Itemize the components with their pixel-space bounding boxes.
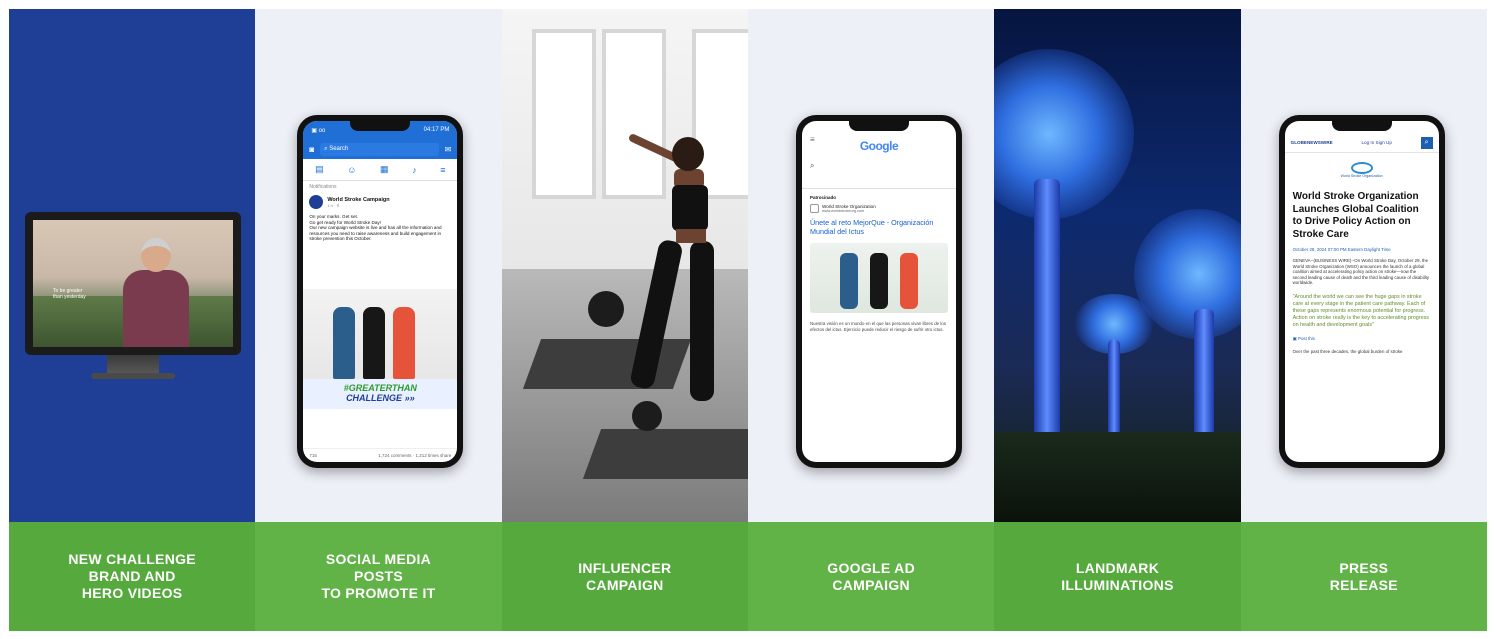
- page-avatar[interactable]: [309, 195, 324, 209]
- press-body: GENEVA--(BUSINESS WIRE)--On World Stroke…: [1292, 258, 1430, 286]
- caption-landmark: LANDMARK ILLUMINATIONS: [994, 522, 1241, 631]
- comments-count[interactable]: 1,724 comments · 1,212 times share: [378, 453, 451, 458]
- search-tabs[interactable]: [801, 177, 956, 189]
- press-date: October 28, 2024 07:00 PM Eastern Daylig…: [1292, 247, 1391, 252]
- caption-social-media: SOCIAL MEDIA POSTS TO PROMOTE IT: [255, 522, 502, 631]
- desktop-monitor: To be greater than yesterday: [25, 212, 241, 355]
- favicon-icon: [809, 204, 819, 213]
- monitor-stand: [107, 355, 159, 375]
- caption-hero-videos: NEW CHALLENGE BRAND AND HERO VIDEOS: [9, 522, 256, 631]
- press-headline: World Stroke Organization Launches Globa…: [1292, 191, 1419, 240]
- hero-video-visual: To be greater than yesterday: [9, 9, 256, 522]
- influencer-figure: [620, 132, 730, 427]
- bell-icon[interactable]: ♪: [412, 165, 417, 175]
- ad-image[interactable]: [809, 243, 948, 313]
- marketplace-icon[interactable]: ▦: [380, 164, 389, 175]
- influencer-photo: [501, 9, 748, 522]
- greaterthan-challenge-banner: #GREATERTHAN CHALLENGE »»: [303, 379, 458, 409]
- search-icon[interactable]: ⌕: [1420, 136, 1433, 149]
- smiling-woman-image: [123, 238, 189, 347]
- video-frame[interactable]: To be greater than yesterday: [33, 220, 233, 347]
- panel-influencer: INFLUENCER CAMPAIGN: [501, 9, 748, 631]
- panel-hero-videos: To be greater than yesterday NEW CHALLEN…: [9, 9, 256, 631]
- phone-google: ≡ Google ⌕ Patrocinado World Stroke Orga…: [795, 115, 962, 468]
- medicine-ball: [587, 291, 624, 327]
- caption-influencer: INFLUENCER CAMPAIGN: [501, 522, 748, 631]
- post-image[interactable]: #GREATERTHAN CHALLENGE »»: [303, 289, 458, 409]
- panel-google-ad: ≡ Google ⌕ Patrocinado World Stroke Orga…: [747, 9, 995, 631]
- site-logo[interactable]: GLOBENEWSWIRE: [1291, 140, 1333, 145]
- search-icon[interactable]: ⌕: [802, 159, 956, 173]
- menu-icon[interactable]: ≡: [440, 165, 445, 175]
- wso-logo: World Stroke Organization: [1285, 153, 1439, 187]
- supertree-illumination-photo: [994, 9, 1241, 522]
- facebook-screen: ▣ oo 04:17 PM ◙ ⌕ Search ✉ ▤ ☺ ▦ ♪ ≡ Not…: [303, 121, 458, 462]
- caption-google-ad: GOOGLE AD CAMPAIGN: [747, 522, 995, 631]
- feed-icon[interactable]: ▤: [315, 164, 324, 175]
- campaign-strip: To be greater than yesterday NEW CHALLEN…: [9, 9, 1487, 631]
- google-logo: Google: [859, 139, 899, 153]
- reactions-count[interactable]: 715: [309, 453, 317, 458]
- post-footer: 715 1,724 comments · 1,212 times share: [303, 448, 458, 462]
- camera-icon[interactable]: ◙: [309, 145, 314, 154]
- press-nav: GLOBENEWSWIRE Log In Sign Up ⌕: [1284, 133, 1439, 153]
- ad-description: Nuestra visión es un mundo en el que las…: [809, 321, 946, 332]
- panel-landmark: LANDMARK ILLUMINATIONS: [994, 9, 1241, 631]
- video-tagline: To be greater than yesterday: [53, 288, 86, 300]
- ad-title-link[interactable]: Únete al reto MejorQue - Organización Mu…: [802, 215, 956, 239]
- press-quote: "Around the world we can see the huge ga…: [1292, 293, 1429, 328]
- post-this-link[interactable]: ▣ Post this: [1285, 333, 1439, 345]
- facebook-nav-icons: ▤ ☺ ▦ ♪ ≡: [303, 159, 458, 181]
- hamburger-icon[interactable]: ≡: [810, 135, 815, 144]
- post-text: On your marks. Get set. Go get ready for…: [309, 214, 442, 241]
- friends-icon[interactable]: ☺: [347, 165, 356, 175]
- monitor-foot: [91, 373, 175, 379]
- messenger-icon[interactable]: ✉: [445, 145, 452, 154]
- phone-press: GLOBENEWSWIRE Log In Sign Up ⌕ World Str…: [1278, 115, 1445, 468]
- phone-facebook: ▣ oo 04:17 PM ◙ ⌕ Search ✉ ▤ ☺ ▦ ♪ ≡ Not…: [297, 115, 464, 468]
- facebook-search-input[interactable]: ⌕ Search: [320, 142, 439, 156]
- post-header: World Stroke Campaign 1 h · ⚲: [303, 193, 457, 211]
- caption-press-release: PRESS RELEASE: [1240, 522, 1487, 631]
- google-screen: ≡ Google ⌕ Patrocinado World Stroke Orga…: [801, 121, 956, 462]
- press-screen: GLOBENEWSWIRE Log In Sign Up ⌕ World Str…: [1284, 121, 1439, 462]
- panel-press-release: GLOBENEWSWIRE Log In Sign Up ⌕ World Str…: [1240, 9, 1487, 631]
- panel-social-media: ▣ oo 04:17 PM ◙ ⌕ Search ✉ ▤ ☺ ▦ ♪ ≡ Not…: [255, 9, 502, 631]
- login-links[interactable]: Log In Sign Up: [1361, 140, 1391, 145]
